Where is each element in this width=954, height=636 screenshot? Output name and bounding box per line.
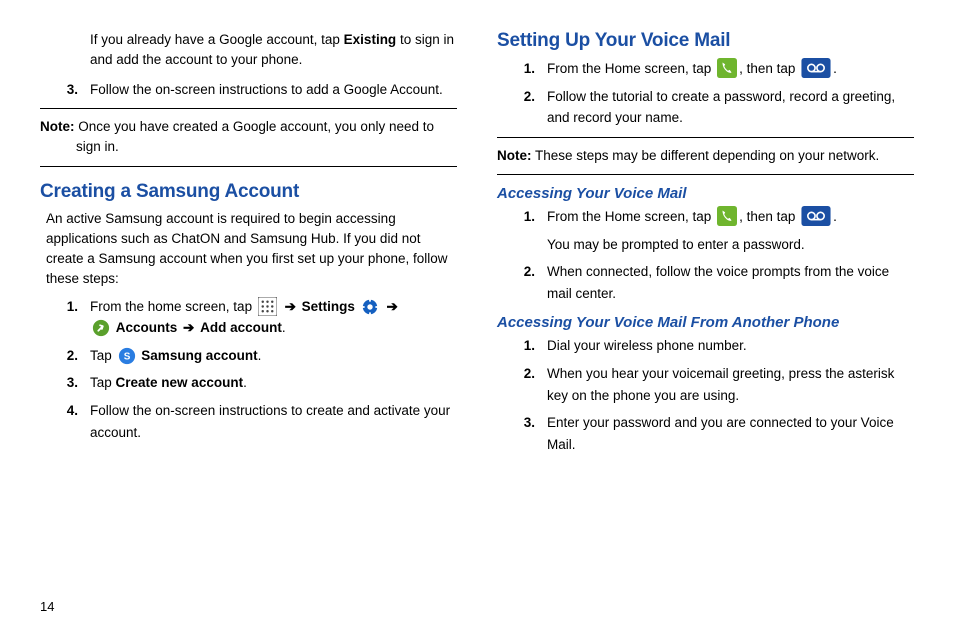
step-number: 1. [40,296,90,339]
text: From the home screen, tap [90,299,256,314]
list-item: 1. From the Home screen, tap , then tap … [497,58,914,80]
list-item: 2. When you hear your voicemail greeting… [497,363,914,406]
create-new-label: Create new account [116,375,244,390]
arrow-icon: ➔ [283,299,298,314]
step-number: 1. [497,335,547,357]
divider [40,166,457,167]
text: , then tap [739,209,799,224]
text: From the Home screen, tap [547,61,715,76]
step-text: Follow the tutorial to create a password… [547,86,914,129]
text: You may be prompted to enter a password. [547,237,805,252]
arrow-icon: ➔ [181,320,196,335]
divider [40,108,457,109]
step-body: From the home screen, tap ➔ Settings ➔ A… [90,296,457,339]
list-item: 1. From the Home screen, tap , then tap … [497,206,914,255]
step-text: Enter your password and you are connecte… [547,412,914,455]
step-number: 1. [497,58,547,80]
list-item: 1. Dial your wireless phone number. [497,335,914,357]
settings-label: Settings [302,299,355,314]
step-number: 3. [40,372,90,394]
step-body: Tap Create new account. [90,372,457,394]
heading-voice-mail: Setting Up Your Voice Mail [497,30,914,52]
accounts-icon [92,319,110,337]
step-number: 2. [497,261,547,304]
step-number: 2. [497,363,547,406]
step-number: 3. [497,412,547,455]
list-item: 2. When connected, follow the voice prom… [497,261,914,304]
list-item: 2. Tap Samsung account. [40,345,457,367]
note: Note: Once you have created a Google acc… [40,117,457,158]
existing-bold: Existing [344,32,397,47]
samsung-intro: An active Samsung account is required to… [46,209,457,290]
step-body: From the Home screen, tap , then tap . Y… [547,206,914,255]
step-number: 2. [497,86,547,129]
step-body: From the Home screen, tap , then tap . [547,58,914,80]
text: If you already have a Google account, ta… [90,32,344,47]
list-item: 3. Follow the on-screen instructions to … [40,79,457,101]
heading-accessing-vm-other: Accessing Your Voice Mail From Another P… [497,314,914,331]
heading-creating-samsung: Creating a Samsung Account [40,181,457,203]
text: Tap [90,375,116,390]
samsung-icon [118,347,136,365]
step-number: 1. [497,206,547,255]
note-text: Once you have created a Google account, … [75,119,435,154]
voicemail-icon [801,206,831,226]
step-text: When connected, follow the voice prompts… [547,261,914,304]
heading-accessing-vm: Accessing Your Voice Mail [497,185,914,202]
google-existing-para: If you already have a Google account, ta… [40,30,457,71]
text: From the Home screen, tap [547,209,715,224]
list-item: 4. Follow the on-screen instructions to … [40,400,457,443]
step-body: Tap Samsung account. [90,345,457,367]
step-number: 3. [40,79,90,101]
arrow-icon: ➔ [384,299,399,314]
left-column: If you already have a Google account, ta… [40,30,457,461]
gear-icon [361,298,379,316]
apps-icon [258,297,277,316]
list-item: 3. Enter your password and you are conne… [497,412,914,455]
right-column: Setting Up Your Voice Mail 1. From the H… [497,30,914,461]
divider [497,137,914,138]
list-item: 3. Tap Create new account. [40,372,457,394]
text: , then tap [739,61,799,76]
step-text: When you hear your voicemail greeting, p… [547,363,914,406]
page-number: 14 [40,599,54,614]
step-text: Follow the on-screen instructions to cre… [90,400,457,443]
note: Note: These steps may be different depen… [497,146,914,166]
accounts-label: Accounts [116,320,178,335]
phone-icon [717,206,737,226]
phone-icon [717,58,737,78]
note-label: Note: [497,148,532,163]
text: Tap [90,348,116,363]
list-item: 2. Follow the tutorial to create a passw… [497,86,914,129]
note-label: Note: [40,119,75,134]
step-number: 4. [40,400,90,443]
samsung-account-label: Samsung account [141,348,257,363]
voicemail-icon [801,58,831,78]
list-item: 1. From the home screen, tap ➔ Settings … [40,296,457,339]
step-number: 2. [40,345,90,367]
note-text: These steps may be different depending o… [532,148,880,163]
step-text: Dial your wireless phone number. [547,335,914,357]
step-text: Follow the on-screen instructions to add… [90,79,457,101]
divider [497,174,914,175]
add-account-label: Add account [200,320,282,335]
